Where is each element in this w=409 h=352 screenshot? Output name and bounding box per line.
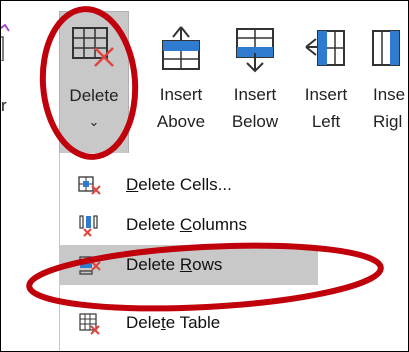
insert-above-line1: Insert <box>159 85 203 104</box>
insert-left-button[interactable]: Insert Left <box>297 11 355 135</box>
menu-item-delete-cells[interactable]: Delete Cells... <box>60 165 408 205</box>
delete-rows-icon <box>79 256 101 275</box>
insert-above-line2: Above <box>156 112 206 131</box>
menu-item-label: Delete Columns <box>126 215 247 234</box>
delete-table-large-icon <box>72 27 114 67</box>
menu-item-delete-rows[interactable]: Delete Rows <box>60 245 318 285</box>
delete-dropdown-menu: Delete Cells... Delete Columns Delete Ro… <box>59 153 408 351</box>
chevron-down-icon: ⌄ <box>88 114 100 129</box>
delete-table-icon <box>79 313 100 335</box>
insert-above-icon <box>162 26 200 70</box>
screenshot-frame: r Delete ⌄ Insert Above Insert Below Ins… <box>0 0 409 352</box>
delete-cells-icon <box>78 176 101 195</box>
insert-below-line2: Below <box>231 112 279 131</box>
insert-left-line1: Insert <box>304 85 348 104</box>
insert-above-button[interactable]: Insert Above <box>149 11 213 135</box>
menu-item-delete-columns[interactable]: Delete Columns <box>60 205 408 245</box>
insert-left-line2: Left <box>311 112 341 131</box>
menu-item-label: Delete Table <box>126 313 221 332</box>
partial-left-label: r <box>1 96 7 115</box>
menu-item-label: Delete Cells... <box>126 175 232 194</box>
insert-right-line2: Rigl <box>373 112 403 131</box>
delete-columns-icon <box>79 215 98 237</box>
delete-button-label: Delete <box>69 86 119 105</box>
insert-right-button[interactable]: Inse Rigl <box>365 11 408 135</box>
partial-left-icon <box>1 21 11 66</box>
table-layout-ribbon: r Delete ⌄ Insert Above Insert Below Ins… <box>1 1 408 156</box>
delete-button[interactable]: Delete ⌄ <box>59 11 129 154</box>
menu-item-delete-table[interactable]: Delete Table <box>60 303 408 343</box>
insert-below-line1: Insert <box>233 85 277 104</box>
insert-left-icon <box>305 30 345 66</box>
insert-below-button[interactable]: Insert Below <box>223 11 287 135</box>
insert-below-icon <box>236 28 274 73</box>
menu-item-label: Delete Rows <box>126 255 223 274</box>
insert-right-icon <box>372 30 400 66</box>
insert-right-line1: Inse <box>373 85 406 104</box>
